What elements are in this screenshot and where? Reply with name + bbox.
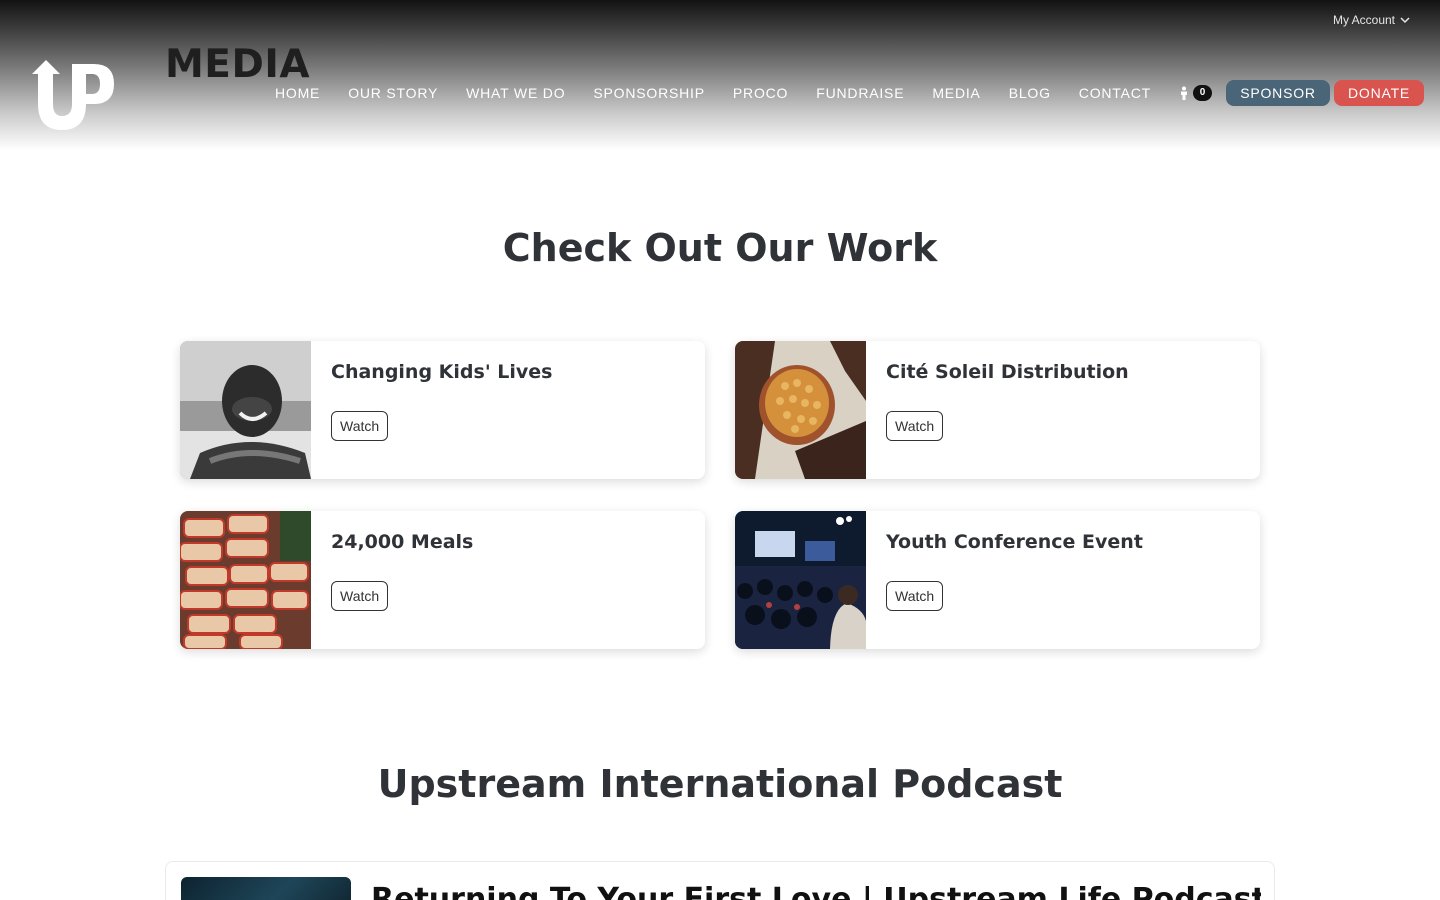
podcast-episode-card[interactable]: Returning To Your First Love | Upstream … <box>165 861 1275 900</box>
work-section-title: Check Out Our Work <box>502 226 938 270</box>
main-nav: HOME OUR STORY WHAT WE DO SPONSORSHIP PR… <box>275 80 1425 106</box>
cart-count-badge: 0 <box>1193 85 1213 101</box>
media-card: 24,000 Meals Watch <box>180 511 705 649</box>
nav-proco[interactable]: PROCO <box>733 85 788 101</box>
podcast-episode-title[interactable]: Returning To Your First Love | Upstream … <box>371 882 1261 900</box>
my-account-menu[interactable]: My Account <box>1333 13 1410 27</box>
meal-bags-photo <box>180 511 311 649</box>
smiling-child-photo <box>180 341 311 479</box>
card-title: 24,000 Meals <box>331 531 474 553</box>
nav-home[interactable]: HOME <box>275 85 320 101</box>
conference-crowd-photo <box>735 511 866 649</box>
nav-fundraise[interactable]: FUNDRAISE <box>816 85 904 101</box>
corn-kernels-photo <box>735 341 866 479</box>
watch-button[interactable]: Watch <box>886 581 944 611</box>
media-card: Youth Conference Event Watch <box>735 511 1260 649</box>
nav-what-we-do[interactable]: WHAT WE DO <box>466 85 565 101</box>
podcast-thumbnail <box>181 877 351 900</box>
podcast-section-title: Upstream International Podcast <box>377 762 1063 806</box>
nav-our-story[interactable]: OUR STORY <box>348 85 438 101</box>
nav-sponsorship[interactable]: SPONSORSHIP <box>593 85 705 101</box>
nav-contact[interactable]: CONTACT <box>1079 85 1151 101</box>
my-account-label: My Account <box>1332 13 1395 27</box>
card-title: Youth Conference Event <box>886 531 1143 553</box>
card-title: Cité Soleil Distribution <box>886 361 1129 383</box>
nav-media[interactable]: MEDIA <box>932 85 980 101</box>
sponsor-button[interactable]: SPONSOR <box>1226 80 1331 106</box>
watch-button[interactable]: Watch <box>331 411 389 441</box>
card-title: Changing Kids' Lives <box>331 361 553 383</box>
watch-button[interactable]: Watch <box>331 581 389 611</box>
cart-button[interactable]: 0 <box>1179 85 1213 101</box>
media-card: Cité Soleil Distribution Watch <box>735 341 1260 479</box>
chevron-down-icon <box>1400 17 1410 24</box>
donate-button[interactable]: DONATE <box>1334 80 1425 106</box>
nav-blog[interactable]: BLOG <box>1009 85 1051 101</box>
person-icon <box>1181 86 1188 100</box>
watch-button[interactable]: Watch <box>886 411 944 441</box>
up-logo[interactable] <box>30 60 116 130</box>
site-header: My Account MEDIA HOME OUR STORY WHAT WE … <box>0 0 1440 150</box>
media-card: Changing Kids' Lives Watch <box>180 341 705 479</box>
